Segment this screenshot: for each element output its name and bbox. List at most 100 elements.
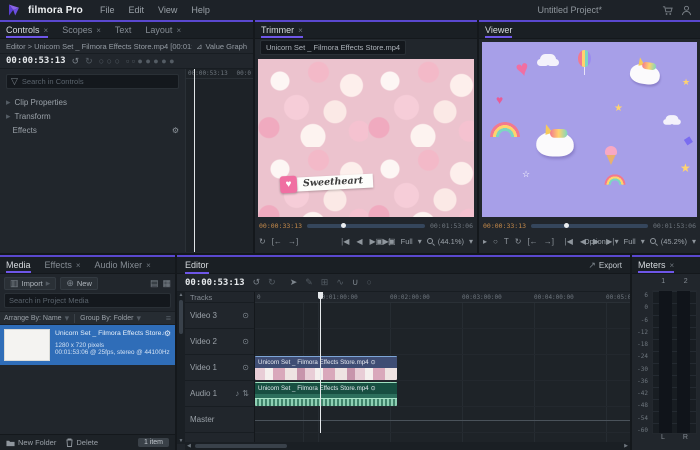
marker-icon[interactable]: ○	[366, 278, 371, 287]
delete-button[interactable]: Delete	[66, 438, 98, 447]
editor-timecode[interactable]: 00:00:53:13	[185, 278, 245, 288]
clip-effect-icon[interactable]: ⊙	[371, 385, 376, 392]
rate-tool-icon[interactable]: ∿	[336, 278, 344, 287]
mark-in-icon[interactable]: [←	[272, 237, 282, 246]
prev-frame-icon[interactable]: |◀	[341, 237, 349, 246]
close-icon[interactable]: ×	[96, 26, 101, 35]
new-button[interactable]: ⊕ New	[60, 277, 98, 290]
controls-timecode[interactable]: 00:00:53:13	[6, 56, 66, 66]
tab-editor[interactable]: Editor	[185, 257, 209, 274]
undo-icon[interactable]: ↺	[72, 57, 80, 66]
redo-icon[interactable]: ↻	[268, 278, 276, 287]
zoom-level-dropdown[interactable]: (45.2%)	[661, 237, 687, 246]
media-item-selected[interactable]: Unicorn Set _ Filmora Effects Store.mp4 …	[0, 325, 175, 365]
close-icon[interactable]: ×	[76, 261, 81, 270]
trim-tool-icon[interactable]: ⊞	[321, 278, 329, 287]
export-button[interactable]: ↗ Export	[588, 261, 622, 270]
new-folder-button[interactable]: New Folder	[6, 438, 56, 447]
mask-tool-icon[interactable]: ○	[493, 237, 498, 246]
timeline-playhead-handle[interactable]	[318, 292, 323, 299]
close-icon[interactable]: ×	[146, 261, 151, 270]
horizontal-scrollbar[interactable]: ◀ ▶	[185, 442, 630, 450]
step-forward-icon[interactable]: ▶|	[606, 237, 614, 246]
tab-viewer[interactable]: Viewer	[485, 22, 512, 38]
timeline-lane-video2[interactable]	[255, 329, 630, 355]
arrange-by-dropdown[interactable]: Arrange By: Name	[4, 315, 62, 322]
undo-icon[interactable]: ↺	[253, 278, 261, 287]
list-view-icon[interactable]: ▤	[150, 278, 159, 289]
menu-edit[interactable]: Edit	[126, 5, 148, 15]
scroll-down-arrow-icon[interactable]: ▼	[179, 438, 184, 444]
clip-effect-icon[interactable]: ⊙	[371, 359, 376, 366]
media-search-input[interactable]	[9, 296, 166, 305]
audio-clip[interactable]: Unicorn Set _ Filmora Effects Store.mp4 …	[255, 382, 397, 406]
tab-effects[interactable]: Effects×	[45, 257, 81, 273]
keyframe-playhead[interactable]	[194, 69, 195, 252]
play-icon[interactable]: ▶	[593, 237, 599, 246]
mark-out-icon[interactable]: →]	[544, 237, 554, 246]
track-header-video2[interactable]: Video 2 ⊙	[185, 329, 254, 355]
tab-layout[interactable]: Layout×	[145, 22, 181, 38]
text-tool-icon[interactable]: T	[504, 237, 509, 246]
scroll-left-arrow-icon[interactable]: ◀	[187, 443, 191, 449]
account-icon[interactable]	[681, 5, 692, 16]
expand-arrow-icon[interactable]: ▸	[6, 98, 11, 107]
scroll-right-arrow-icon[interactable]: ▶	[624, 443, 628, 449]
chevron-down-icon[interactable]: ▾	[65, 314, 70, 323]
master-level-line[interactable]	[255, 420, 630, 421]
sort-order-icon[interactable]: ≡	[166, 314, 171, 323]
timeline-ruler[interactable]: 0 00:01:00:00 00:02:00:00 00:03:00:00 00…	[255, 292, 630, 303]
controls-search-box[interactable]: ▽	[6, 74, 179, 89]
vertical-scrollbar[interactable]: ▲ ▼	[177, 292, 185, 444]
menu-view[interactable]: View	[155, 5, 180, 15]
media-item-thumbnail[interactable]	[4, 329, 50, 361]
tab-trimmer[interactable]: Trimmer×	[261, 22, 303, 38]
tab-controls[interactable]: Controls×	[6, 22, 48, 38]
controls-keyframe-timeline[interactable]: 00:00:53:13 00:0	[185, 69, 253, 252]
menu-file[interactable]: File	[97, 5, 118, 15]
controls-search-input[interactable]	[22, 77, 174, 86]
timeline-playhead[interactable]	[320, 292, 321, 433]
chevron-down-icon[interactable]: ▾	[692, 237, 696, 246]
redo-icon[interactable]: ↻	[85, 57, 93, 66]
value-graph-button[interactable]: ⊿ Value Graph	[196, 42, 247, 51]
store-cart-icon[interactable]	[662, 5, 673, 16]
vertical-scroll-thumb[interactable]	[179, 300, 183, 334]
eye-icon[interactable]: ⊙	[242, 311, 249, 320]
keyframe-toggle-icons[interactable]: ▫ ▫ ● ● ● ● ●	[126, 57, 175, 66]
menu-help[interactable]: Help	[188, 5, 213, 15]
close-icon[interactable]: ×	[298, 26, 303, 35]
trimmer-playhead-dot[interactable]	[341, 223, 346, 228]
chevron-down-icon[interactable]: ▾	[136, 314, 141, 323]
tab-media[interactable]: Media	[6, 257, 31, 273]
grid-view-icon[interactable]: ▦	[162, 278, 171, 289]
import-button[interactable]: ▥ Import ▸	[4, 277, 56, 290]
tab-scopes[interactable]: Scopes×	[62, 22, 101, 38]
viewer-playhead-dot[interactable]	[564, 223, 569, 228]
tab-audio-mixer[interactable]: Audio Mixer×	[95, 257, 151, 273]
chevron-down-icon[interactable]: ▾	[641, 237, 645, 246]
mark-out-icon[interactable]: →]	[288, 237, 298, 246]
viewer-preview[interactable]: ♥ ♥ ★ ★ ☆ ★ ◆	[482, 42, 697, 217]
tab-text[interactable]: Text	[115, 22, 132, 38]
zoom-level-dropdown[interactable]: (44.1%)	[438, 237, 464, 246]
keyframe-nav-icons[interactable]: ○ ○ ○	[99, 57, 120, 66]
play-icon[interactable]: ▶	[370, 237, 376, 246]
play-overlay-icon[interactable]: ▸	[483, 237, 487, 246]
timeline[interactable]: Unicorn Set _ Filmora Effects Store.mp4 …	[255, 292, 630, 444]
chevron-down-icon[interactable]: ▾	[418, 237, 422, 246]
trimmer-preview[interactable]: ♥ Sweetheart	[258, 59, 474, 217]
pen-tool-icon[interactable]: ✎	[305, 278, 313, 287]
loop-icon[interactable]: ↻	[259, 237, 266, 246]
loop-icon[interactable]: ↻	[515, 237, 522, 246]
chevron-down-icon[interactable]: ▾	[469, 237, 473, 246]
tree-item-clip-properties[interactable]: ▸ Clip Properties	[6, 95, 179, 109]
gear-icon[interactable]: ⚙	[172, 126, 179, 135]
track-header-video3[interactable]: Video 3 ⊙	[185, 303, 254, 329]
step-back-icon[interactable]: ◀	[580, 237, 586, 246]
horizontal-scroll-thumb[interactable]	[195, 444, 287, 448]
select-tool-icon[interactable]: ➤	[290, 278, 298, 287]
step-forward-icon[interactable]: ▶|	[383, 237, 391, 246]
tree-item-effects[interactable]: Effects ⚙	[6, 123, 179, 137]
track-header-video1[interactable]: Video 1 ⊙	[185, 355, 254, 381]
